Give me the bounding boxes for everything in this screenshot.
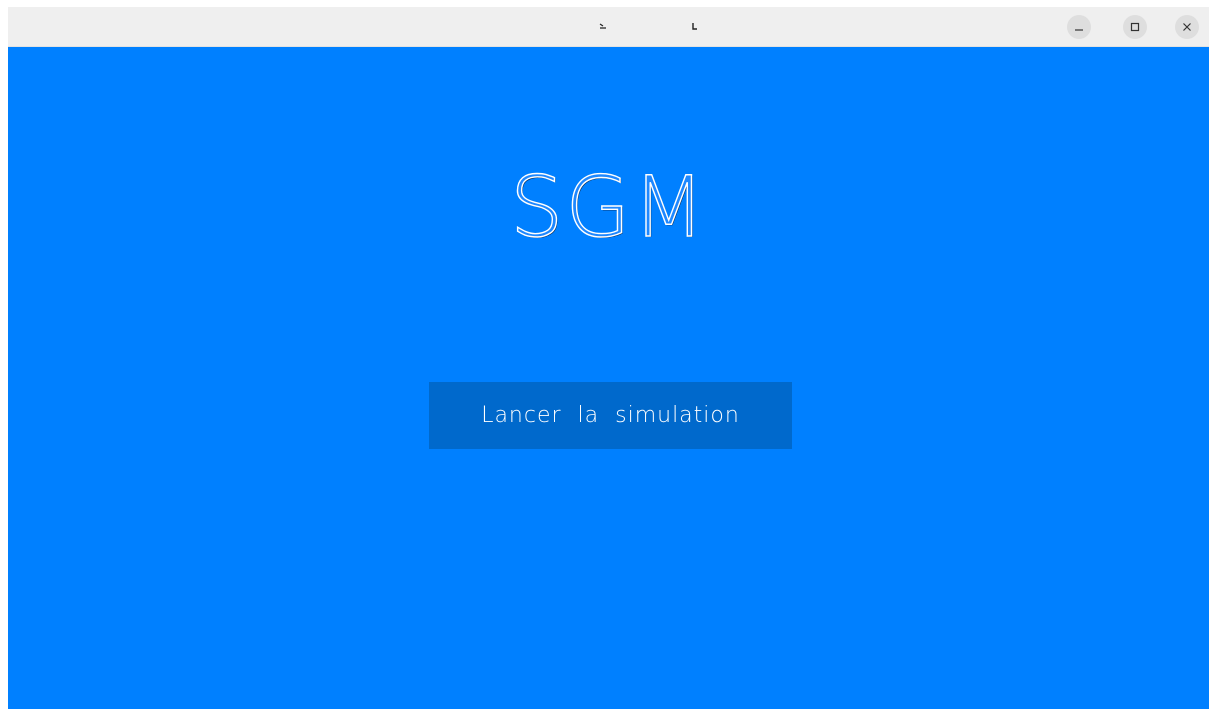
title-glyph-icon	[599, 23, 606, 29]
title-glyph-icon	[692, 23, 697, 30]
launch-simulation-label: Lancer la simulation	[481, 403, 740, 428]
maximize-icon	[1130, 22, 1140, 32]
close-button[interactable]	[1175, 15, 1199, 39]
launch-simulation-button[interactable]: Lancer la simulation	[429, 382, 792, 449]
close-icon	[1183, 23, 1191, 31]
main-content: SGM Lancer la simulation	[8, 47, 1209, 709]
app-title: SGM	[509, 158, 707, 256]
maximize-button[interactable]	[1123, 15, 1147, 39]
minimize-icon	[1075, 29, 1083, 31]
minimize-button[interactable]	[1067, 15, 1091, 39]
title-bar[interactable]	[8, 7, 1209, 47]
app-window: SGM Lancer la simulation	[8, 7, 1209, 709]
